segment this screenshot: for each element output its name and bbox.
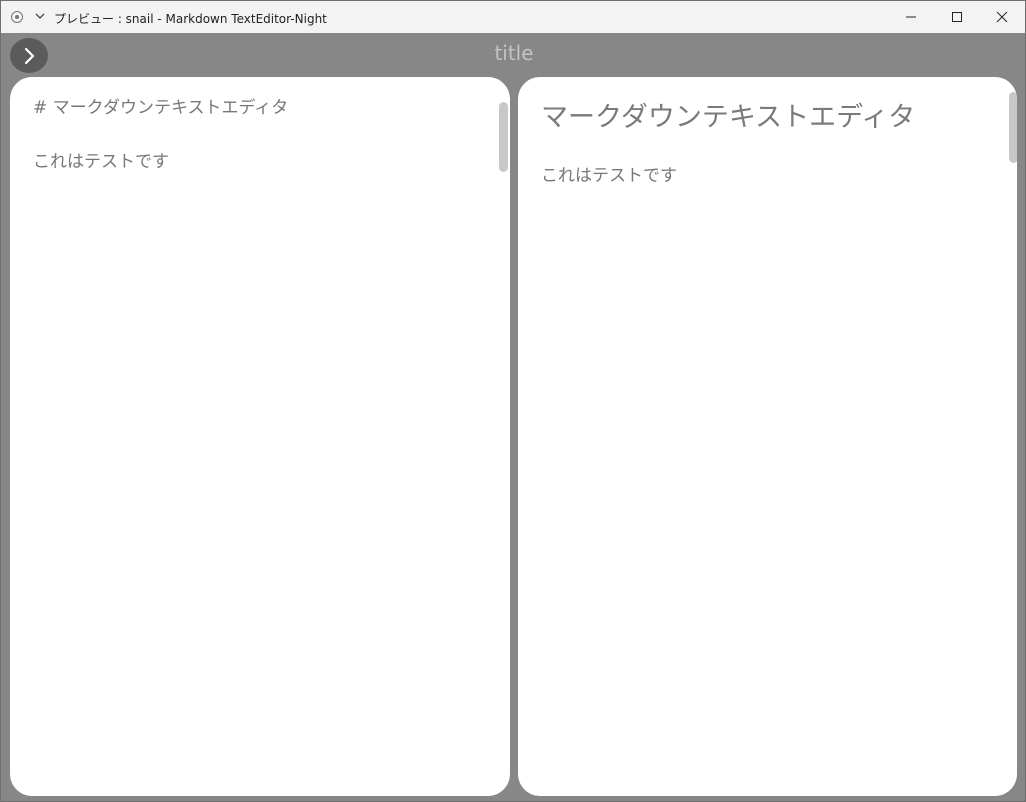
chevron-down-icon[interactable] bbox=[34, 10, 46, 22]
document-title[interactable]: title bbox=[1, 41, 1026, 65]
editor-line: # マークダウンテキストエディタ bbox=[33, 98, 289, 118]
preview-heading: マークダウンテキストエディタ bbox=[541, 102, 916, 133]
editor-line: これはテストです bbox=[33, 152, 169, 172]
app-circle-icon[interactable] bbox=[11, 11, 23, 23]
editor-textarea[interactable]: # マークダウンテキストエディタ これはテストです bbox=[33, 95, 288, 176]
preview-pane: マークダウンテキストエディタ これはテストです bbox=[518, 77, 1017, 796]
app-window: プレビュー : snail - Markdown TextEditor-Nigh… bbox=[0, 0, 1026, 802]
close-icon bbox=[996, 11, 1008, 23]
editor-scrollbar[interactable] bbox=[499, 102, 508, 172]
preview-paragraph: これはテストです bbox=[541, 166, 677, 186]
maximize-button[interactable] bbox=[934, 1, 980, 33]
preview-scrollbar[interactable] bbox=[1009, 92, 1017, 163]
editor-pane[interactable]: # マークダウンテキストエディタ これはテストです bbox=[10, 77, 510, 796]
minimize-button[interactable] bbox=[888, 1, 934, 33]
title-bar[interactable]: プレビュー : snail - Markdown TextEditor-Nigh… bbox=[1, 1, 1025, 33]
window-title: プレビュー : snail - Markdown TextEditor-Nigh… bbox=[54, 12, 327, 26]
maximize-icon bbox=[952, 12, 962, 22]
minimize-icon bbox=[906, 16, 916, 18]
close-button[interactable] bbox=[979, 1, 1025, 33]
